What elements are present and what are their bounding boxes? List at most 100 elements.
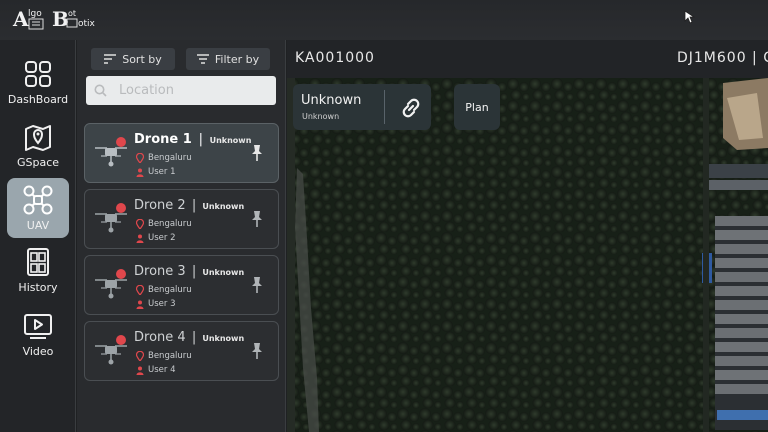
drone-card-2[interactable]: Drone 2 | Unknown Bengaluru User 2 [84,189,279,249]
drone-location-row: Bengaluru [136,351,192,361]
drone-card-1[interactable]: Drone 1 | Unknown Bengaluru User 1 [84,123,279,183]
drone-icon [23,185,53,215]
name-separator: | [191,198,197,213]
search-placeholder: Location [119,83,174,98]
location-pin-icon [136,351,144,361]
drone-status-text: Unknown [202,334,245,343]
location-search-input[interactable]: Location [86,76,276,105]
sort-by-label: Sort by [122,52,162,66]
drone-location-text: Bengaluru [148,351,192,361]
status-chip-title: Unknown [301,93,362,108]
svg-text:B: B [52,7,69,31]
pin-icon[interactable] [250,342,264,360]
drone-name: Drone 1 | Unknown [134,132,251,147]
sort-by-button[interactable]: Sort by [91,48,175,70]
drone-list-panel: Sort by Filter by Location Drone 1 | Unk… [77,40,286,432]
satellite-map[interactable]: Unknown Unknown Plan [287,78,768,432]
nav-label: UAV [26,219,50,232]
history-icon [27,248,49,276]
drone-user-text: User 4 [148,365,176,375]
sort-icon [104,54,117,64]
drone-user-text: User 2 [148,233,176,243]
drone-status-icon [95,137,127,167]
drone-user-row: User 1 [136,167,175,177]
drone-location-text: Bengaluru [148,153,192,163]
drone-name: Drone 4 | Unknown [134,330,244,345]
svg-text:lgo: lgo [28,9,42,19]
nav-label: DashBoard [7,93,69,106]
drone-name-text: Drone 1 [134,132,192,147]
drone-user-row: User 2 [136,233,175,243]
logo-mark-icon: A lgo B ot otix [12,7,96,31]
drone-status-icon [95,335,127,365]
filter-by-label: Filter by [214,52,260,66]
drone-location-text: Bengaluru [148,285,192,295]
drone-user-text: User 3 [148,299,176,309]
satellite-imagery [287,78,768,432]
main-panel: KA001000 DJ1M600 | C Unknown Unknown Pla… [287,40,768,432]
app-logo[interactable]: A lgo B ot otix [12,4,96,34]
chip-divider [384,90,385,124]
video-icon [24,314,52,339]
user-icon [136,234,144,243]
drone-name-text: Drone 4 [134,330,186,345]
user-icon [136,300,144,309]
drone-status-text: Unknown [202,268,245,277]
drone-location-text: Bengaluru [148,219,192,229]
nav-label: History [18,281,58,294]
link-icon[interactable] [399,96,423,120]
nav-label: Video [22,345,54,358]
filter-by-button[interactable]: Filter by [186,48,270,70]
filter-icon [196,54,209,64]
drone-user-text: User 1 [148,167,176,177]
drone-name: Drone 3 | Unknown [134,264,244,279]
drone-status-text: Unknown [202,202,245,211]
drone-name-text: Drone 3 [134,264,186,279]
top-bar: A lgo B ot otix [0,0,768,40]
search-icon [94,84,107,97]
svg-text:otix: otix [78,19,96,29]
nav-item-uav[interactable]: UAV [7,178,69,238]
location-pin-icon [136,153,144,163]
name-separator: | [191,264,197,279]
svg-text:ot: ot [68,9,76,18]
plan-label: Plan [465,100,489,114]
drone-header: KA001000 DJ1M600 | C [287,40,768,78]
user-icon [136,366,144,375]
drone-card-3[interactable]: Drone 3 | Unknown Bengaluru User 3 [84,255,279,315]
grid-icon [25,61,51,87]
pin-icon[interactable] [250,144,264,162]
map-pin-icon [25,125,51,151]
drone-user-row: User 3 [136,299,175,309]
nav-item-history[interactable]: History [7,240,69,300]
nav-item-gspace[interactable]: GSpace [7,115,69,175]
drone-user-row: User 4 [136,365,175,375]
status-chip-subtitle: Unknown [302,112,340,121]
drone-location-row: Bengaluru [136,285,192,295]
drone-status-text: Unknown [209,136,252,145]
nav-item-dashboard[interactable]: DashBoard [7,52,69,112]
user-icon [136,168,144,177]
drone-location-row: Bengaluru [136,153,192,163]
drone-card-4[interactable]: Drone 4 | Unknown Bengaluru User 4 [84,321,279,381]
mouse-cursor-icon [684,10,696,24]
drone-name-text: Drone 2 [134,198,186,213]
drone-location-row: Bengaluru [136,219,192,229]
nav-item-video[interactable]: Video [7,304,69,364]
status-chip[interactable]: Unknown Unknown [293,84,431,130]
plan-button[interactable]: Plan [454,84,500,130]
name-separator: | [198,132,204,147]
drone-status-icon [95,269,127,299]
drone-model: DJ1M600 | C [676,50,768,66]
location-pin-icon [136,285,144,295]
drone-status-icon [95,203,127,233]
drone-id: KA001000 [295,50,375,66]
pin-icon[interactable] [250,210,264,228]
svg-text:A: A [12,7,29,31]
location-pin-icon [136,219,144,229]
nav-label: GSpace [16,156,60,169]
pin-icon[interactable] [250,276,264,294]
drone-name: Drone 2 | Unknown [134,198,244,213]
name-separator: | [191,330,197,345]
sidebar-nav: DashBoard GSpace UAV History Video [0,40,76,432]
